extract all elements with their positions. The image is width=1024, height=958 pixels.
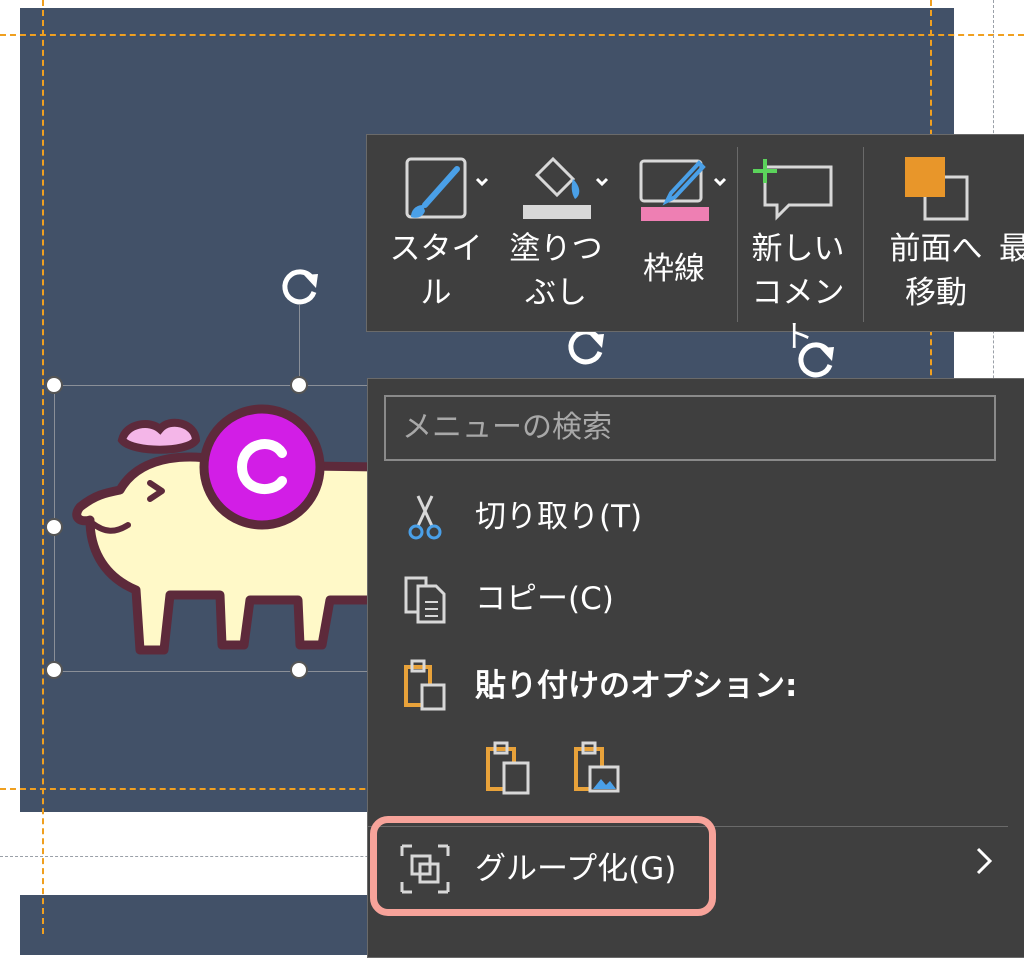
paint-bucket-icon [523, 156, 609, 219]
brush-shape-icon [405, 157, 489, 219]
menu-item-cut[interactable]: 切り取り(T) [368, 482, 1008, 552]
resize-handle-top-left[interactable] [45, 376, 63, 394]
highlight-annotation [370, 816, 716, 916]
new-comment-button[interactable]: 新しい コメント [739, 135, 857, 355]
guide-line-vertical [42, 0, 44, 934]
pen-outline-icon [639, 159, 727, 221]
resize-handle-bottom[interactable] [290, 661, 308, 679]
toolbar-divider [737, 147, 738, 322]
paste-picture-icon[interactable] [568, 741, 622, 797]
bring-forward-button[interactable]: 前面へ 移動 [873, 135, 999, 331]
paste-options-label: 貼り付けのオプション: [475, 668, 798, 704]
menu-item-copy[interactable]: コピー(C) [368, 564, 1008, 634]
menu-search-input[interactable]: メニューの検索 [384, 395, 996, 461]
style-button[interactable]: スタイ ル [381, 135, 491, 331]
guide-line-horizontal [0, 34, 1024, 36]
outline-button[interactable]: 枠線 [619, 135, 729, 331]
style-label: スタイ ル [389, 231, 483, 311]
fill-button[interactable]: 塗りつ ぶし [501, 135, 611, 331]
cut-label: 切り取り(T) [475, 499, 643, 535]
paste-keep-source-icon[interactable] [480, 741, 534, 797]
resize-handle-top[interactable] [290, 376, 308, 394]
chevron-right-icon [976, 847, 993, 875]
outline-label: 枠線 [643, 251, 705, 287]
scissors-icon [408, 495, 442, 540]
bring-forward-label: 前面へ 移動 [889, 231, 983, 311]
rotate-handle-icon[interactable] [274, 262, 324, 312]
copy-label: コピー(C) [475, 581, 614, 617]
resize-handle-bottom-left[interactable] [45, 661, 63, 679]
truncated-label: 最 [999, 231, 1024, 267]
mini-toolbar: スタイ ル 塗りつ ぶし 枠線 新しい コメント 前面へ 移動 最 [366, 134, 1024, 355]
context-menu: メニューの検索 切り取り(T) コピー(C) 貼り付けのオプション: グループ化… [367, 378, 1024, 958]
clipboard-icon [404, 659, 446, 711]
toolbar-divider [863, 147, 864, 322]
copy-icon [404, 576, 446, 624]
paste-options-header: 貼り付けのオプション: [368, 651, 1008, 721]
fill-label: 塗りつ ぶし [509, 231, 603, 311]
selection-box [54, 385, 416, 672]
new-comment-icon [753, 159, 833, 221]
rotation-connector [299, 305, 300, 385]
bring-forward-icon [905, 157, 969, 221]
resize-handle-left[interactable] [45, 518, 63, 536]
bring-to-front-button[interactable]: 最 [999, 135, 1024, 331]
new-comment-label: 新しい コメント [751, 231, 845, 355]
